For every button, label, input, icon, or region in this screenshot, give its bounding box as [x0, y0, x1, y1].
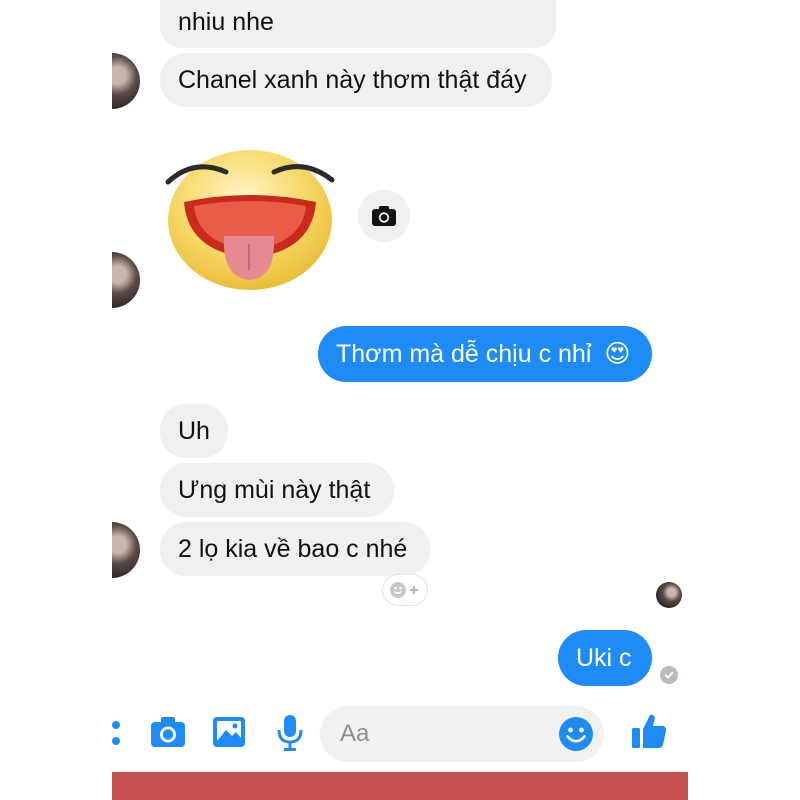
- message-text: Uh: [178, 417, 210, 445]
- incoming-message[interactable]: nhiu nhe: [160, 0, 556, 48]
- message-input[interactable]: Aa: [320, 706, 604, 762]
- voice-button[interactable]: [276, 714, 304, 757]
- like-button[interactable]: [630, 712, 668, 755]
- message-text: 2 lọ kia về bao c nhé: [178, 535, 408, 563]
- outgoing-message[interactable]: Uki c: [558, 630, 652, 686]
- heart-eyes-emoji: 😍: [604, 340, 631, 368]
- incoming-message[interactable]: Chanel xanh này thơm thật đáy: [160, 53, 552, 107]
- read-receipt-avatar: [656, 582, 682, 608]
- add-reaction-button[interactable]: [382, 574, 428, 606]
- message-text: nhiu nhe: [178, 8, 274, 36]
- contact-avatar[interactable]: [112, 53, 140, 109]
- seen-check-icon: [660, 666, 678, 684]
- laughing-tongue-sticker[interactable]: [164, 140, 336, 290]
- camera-icon: [372, 206, 396, 226]
- message-text: Thơm mà dễ chịu c nhỉ: [336, 340, 592, 368]
- microphone-icon: [277, 715, 303, 751]
- more-dots-icon: [112, 721, 120, 745]
- camera-icon: [151, 717, 185, 747]
- message-text: Uki c: [576, 644, 632, 672]
- thumbs-up-icon: [632, 714, 667, 748]
- emoji-button[interactable]: [558, 716, 594, 757]
- chat-screen: nhiu nhe Chanel xanh này thơm thật đáy T…: [112, 0, 688, 800]
- message-text: Chanel xanh này thơm thật đáy: [178, 66, 527, 94]
- save-photo-button[interactable]: [358, 190, 410, 242]
- incoming-message[interactable]: Ưng mùi này thật: [160, 463, 394, 517]
- message-text: Ưng mùi này thật: [178, 476, 371, 504]
- add-reaction-icon: [390, 582, 418, 598]
- system-navigation-bar: [112, 772, 688, 800]
- outgoing-message[interactable]: Thơm mà dễ chịu c nhỉ 😍: [318, 326, 652, 382]
- contact-avatar[interactable]: [112, 252, 140, 308]
- camera-button[interactable]: [150, 716, 186, 753]
- gallery-button[interactable]: [212, 716, 246, 753]
- contact-avatar[interactable]: [112, 522, 140, 578]
- more-button[interactable]: [112, 716, 124, 755]
- incoming-message[interactable]: Uh: [160, 404, 228, 458]
- incoming-message[interactable]: 2 lọ kia về bao c nhé: [160, 522, 430, 576]
- message-input-placeholder: Aa: [340, 720, 370, 747]
- emoji-icon: [559, 717, 593, 751]
- gallery-icon: [213, 717, 245, 747]
